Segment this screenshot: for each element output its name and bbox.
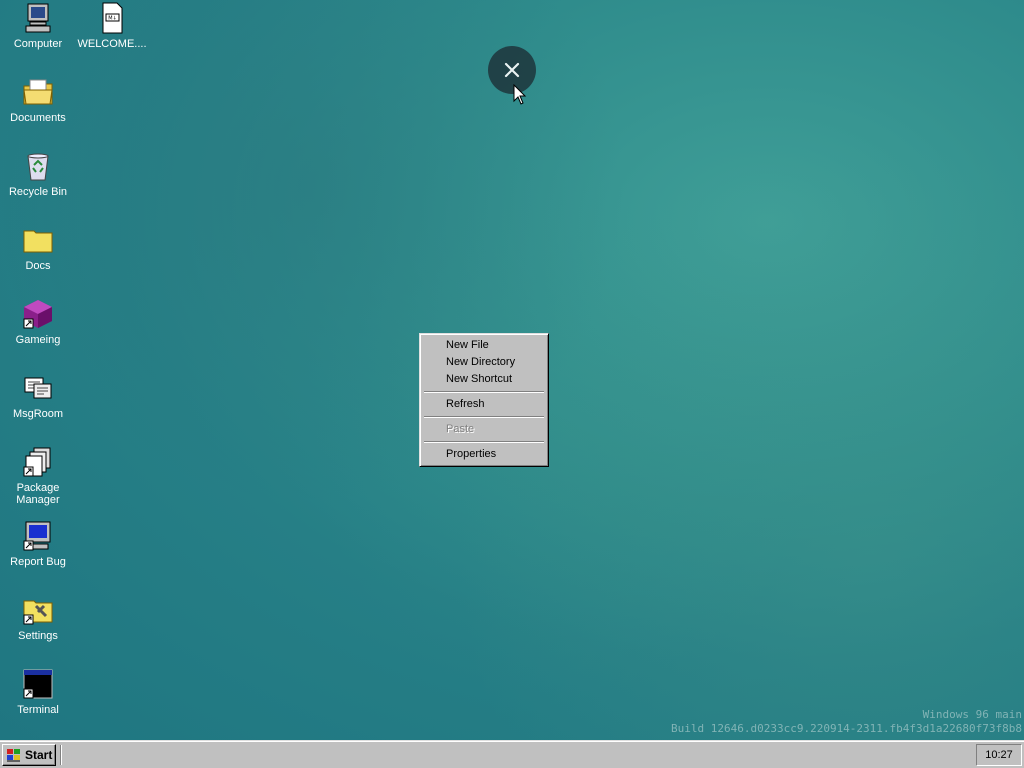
close-button[interactable]: [488, 46, 536, 94]
menu-item-new-file[interactable]: New File: [422, 337, 546, 354]
svg-text:M↓: M↓: [108, 16, 117, 22]
start-label: Start: [25, 748, 53, 762]
desktop-icon-label: Gameing: [15, 334, 61, 346]
terminal-icon: [23, 669, 53, 699]
start-button[interactable]: Start: [2, 744, 56, 766]
desktop-icon-recycle-bin[interactable]: Recycle Bin: [0, 150, 76, 198]
desktop-icon-label: Terminal: [17, 704, 59, 716]
watermark-os-name: Windows 96 main: [922, 708, 1022, 721]
settings-folder-icon: [23, 600, 53, 625]
desktop-icon-label: Computer: [13, 38, 63, 50]
desktop-icon-docs[interactable]: Docs: [0, 224, 76, 272]
menu-item-properties[interactable]: Properties: [422, 446, 546, 463]
desktop-icon-documents[interactable]: Documents: [0, 76, 76, 124]
package-icon: [23, 447, 51, 477]
watermark-build-string: Build 12646.d0233cc9.220914-2311.fb4f3d1…: [671, 722, 1022, 735]
desktop-icon-gameing[interactable]: Gameing: [0, 298, 76, 346]
monitor-icon: [23, 521, 51, 551]
desktop-icon-label: Documents: [10, 112, 66, 124]
desktop-icon-settings[interactable]: Settings: [0, 594, 76, 642]
menu-item-new-shortcut[interactable]: New Shortcut: [422, 371, 546, 388]
desktop-icon-label: Package Manager: [16, 482, 60, 506]
desktop-icon-label: WELCOME....: [77, 38, 147, 50]
folder-icon: [23, 230, 53, 253]
build-watermark: Windows 96 main Build 12646.d0233cc9.220…: [671, 708, 1022, 736]
desktop[interactable]: Computer M↓ WELCOME.... Documents Recycl…: [0, 0, 1024, 740]
markdown-file-icon: M↓: [102, 2, 123, 34]
desktop-icon-label: Recycle Bin: [8, 186, 68, 198]
desktop-icon-msgroom[interactable]: MsgRoom: [0, 372, 76, 420]
desktop-icon-computer[interactable]: Computer: [0, 2, 76, 50]
chat-icon: [24, 377, 52, 399]
computer-icon: [25, 3, 51, 33]
desktop-icon-welcome-file[interactable]: M↓ WELCOME....: [74, 2, 150, 50]
menu-item-refresh[interactable]: Refresh: [422, 396, 546, 413]
documents-folder-icon: [23, 79, 53, 105]
taskbar-divider: [60, 745, 62, 765]
menu-item-paste: Paste: [446, 423, 475, 435]
desktop-icon-label: Docs: [25, 260, 51, 272]
close-icon: [504, 62, 520, 78]
menu-item-new-directory[interactable]: New Directory: [422, 354, 546, 371]
start-logo-icon: [7, 749, 20, 762]
menu-separator: [424, 441, 544, 443]
system-tray-clock[interactable]: 10:27: [976, 744, 1022, 766]
menu-separator: [424, 416, 544, 418]
desktop-icon-terminal[interactable]: Terminal: [0, 668, 76, 716]
desktop-icon-label: MsgRoom: [12, 408, 64, 420]
menu-separator: [424, 391, 544, 393]
context-menu: New File New Directory New Shortcut Refr…: [419, 333, 549, 467]
taskbar: Start 10:27: [0, 740, 1024, 768]
desktop-icon-label: Report Bug: [10, 556, 66, 568]
mouse-cursor-icon: [513, 84, 527, 105]
recycle-bin-icon: [27, 153, 49, 181]
desktop-icon-report-bug[interactable]: Report Bug: [0, 520, 76, 568]
game-cube-icon: [23, 300, 52, 329]
desktop-icon-label: Settings: [18, 630, 58, 642]
desktop-icon-package-manager[interactable]: Package Manager: [0, 446, 76, 506]
